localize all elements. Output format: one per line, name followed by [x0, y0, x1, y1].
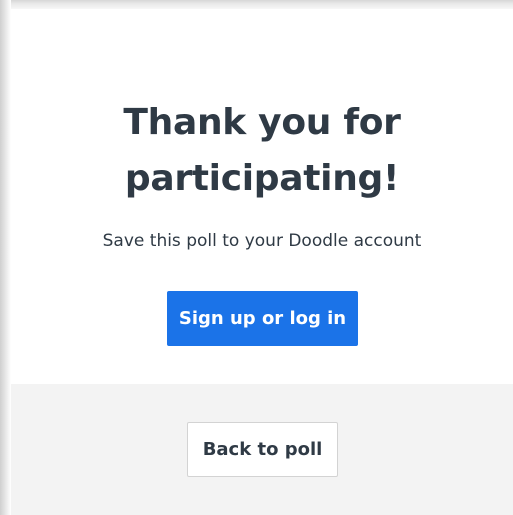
back-to-poll-button[interactable]: Back to poll — [187, 422, 338, 477]
dialog-frame: Thank you for participating! Save this p… — [0, 0, 513, 515]
sign-up-or-log-in-button[interactable]: Sign up or log in — [167, 291, 358, 346]
page-edge-left — [0, 0, 11, 515]
dialog-title: Thank you for participating! — [123, 102, 401, 199]
page-edge-top — [0, 0, 513, 9]
dialog-subtitle: Save this poll to your Doodle account — [102, 231, 422, 251]
